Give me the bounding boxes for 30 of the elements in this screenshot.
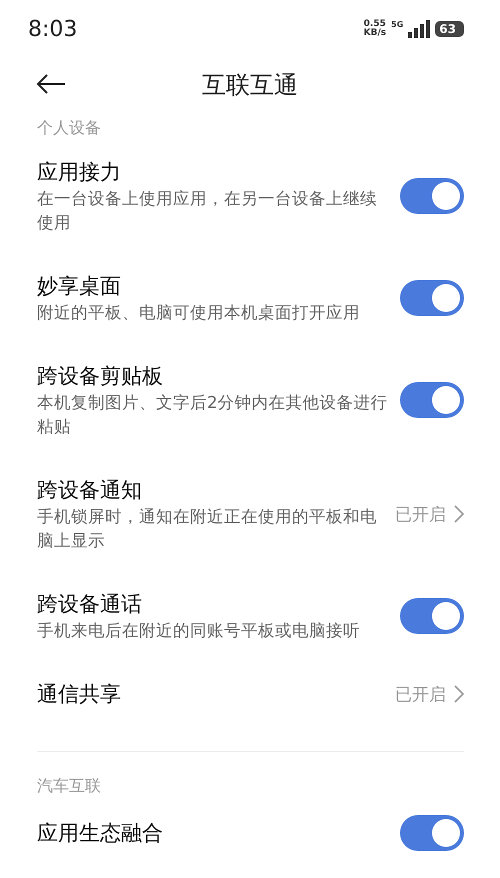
setting-title: 跨设备通知 (37, 477, 143, 504)
toggle-switch[interactable] (400, 178, 464, 214)
setting-description: 在一台设备上使用应用，在另一台设备上继续使用 (37, 188, 378, 234)
network-speed: 0.55 KB/s (364, 20, 386, 38)
setting-title: 跨设备剪贴板 (37, 363, 164, 390)
setting-title: 跨设备通话 (37, 591, 143, 618)
setting-description: 手机来电后在附近的同账号平板或电脑接听 (37, 620, 361, 642)
battery-level: 63 (435, 21, 464, 37)
page-title: 互联互通 (202, 70, 298, 101)
status-value: 已开启 (395, 504, 446, 526)
setting-title: 通信共享 (37, 681, 122, 708)
status-value: 已开启 (395, 684, 446, 706)
toggle-switch[interactable] (400, 598, 464, 634)
chevron-right-icon[interactable] (454, 685, 464, 703)
chevron-right-icon[interactable] (454, 505, 464, 523)
setting-description: 手机锁屏时，通知在附近正在使用的平板和电脑上显示 (37, 506, 378, 552)
toggle-switch[interactable] (400, 280, 464, 316)
toggle-switch[interactable] (400, 815, 464, 851)
setting-description: 附近的平板、电脑可使用本机桌面打开应用 (37, 302, 361, 324)
signal-icon (408, 20, 430, 38)
section-label: 个人设备 (36, 118, 102, 139)
setting-title: 应用接力 (37, 159, 122, 186)
setting-description: 本机复制图片、文字后2分钟内在其他设备进行粘贴 (37, 392, 388, 438)
toggle-switch[interactable] (400, 382, 464, 418)
setting-title: 妙享桌面 (37, 273, 122, 300)
section-label: 汽车互联 (36, 776, 102, 797)
back-arrow-icon[interactable] (36, 73, 66, 95)
network-type: 5G (391, 20, 404, 29)
status-time: 8:03 (28, 16, 78, 42)
setting-title: 应用生态融合 (37, 820, 164, 847)
